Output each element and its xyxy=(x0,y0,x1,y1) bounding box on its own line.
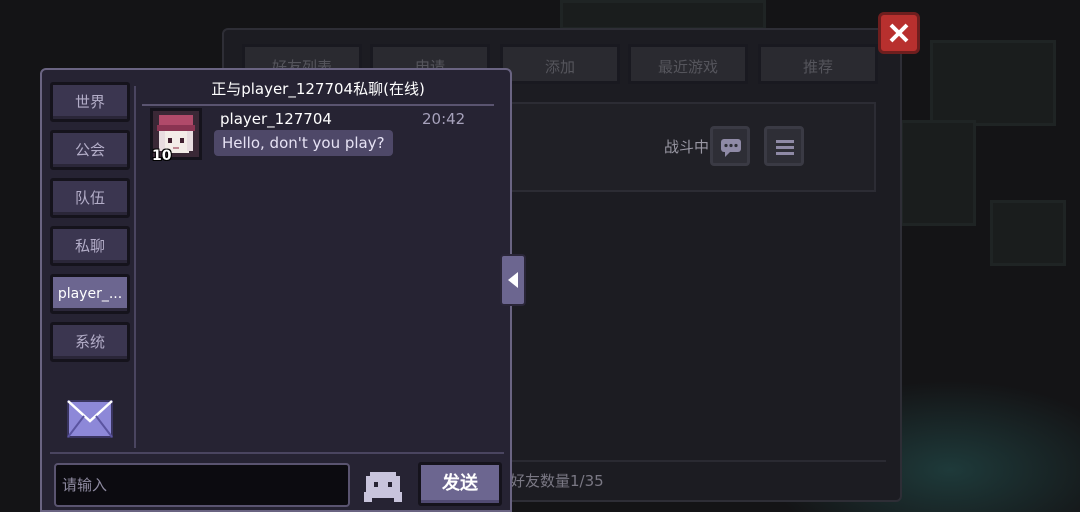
background-wall xyxy=(930,40,1056,126)
friend-status: 战斗中 xyxy=(664,138,710,156)
close-icon xyxy=(889,23,909,43)
friend-chat-button[interactable] xyxy=(710,126,750,166)
channel-divider xyxy=(134,86,136,448)
channel-system[interactable]: 系统 xyxy=(50,322,130,362)
chat-input[interactable] xyxy=(54,463,350,507)
friend-count: 好友数量1/35 xyxy=(510,472,604,490)
emoji-button[interactable] xyxy=(360,468,406,504)
title-divider xyxy=(142,104,494,106)
channel-player-active[interactable]: player_... xyxy=(50,274,130,314)
message-bubble: Hello, don't you play? xyxy=(214,130,393,156)
channel-team[interactable]: 队伍 xyxy=(50,178,130,218)
channel-world[interactable]: 世界 xyxy=(50,82,130,122)
background-wall xyxy=(990,200,1066,266)
friend-row[interactable]: 战斗中 xyxy=(494,102,876,192)
chat-bubble-icon xyxy=(721,139,741,157)
avatar-level: 10 xyxy=(152,148,172,164)
chevron-left-icon xyxy=(508,272,518,288)
menu-icon xyxy=(776,140,794,155)
message-sender: player_127704 xyxy=(220,110,332,128)
tab-add[interactable]: 添加 xyxy=(500,44,620,84)
emoji-icon xyxy=(364,472,402,502)
background-wall xyxy=(900,120,976,226)
tab-recent-games[interactable]: 最近游戏 xyxy=(628,44,748,84)
input-divider xyxy=(50,452,504,454)
mail-button[interactable] xyxy=(67,400,113,442)
channel-private[interactable]: 私聊 xyxy=(50,226,130,266)
send-button[interactable]: 发送 xyxy=(418,462,502,506)
divider xyxy=(504,460,886,462)
chat-title: 正与player_127704私聊(在线) xyxy=(211,80,425,98)
collapse-chat-button[interactable] xyxy=(500,254,526,306)
mail-icon xyxy=(67,400,113,438)
background-wall xyxy=(560,0,766,30)
channel-guild[interactable]: 公会 xyxy=(50,130,130,170)
close-button[interactable] xyxy=(878,12,920,54)
chat-panel: 世界 公会 队伍 私聊 player_... 系统 正与player_12770… xyxy=(40,68,512,512)
friend-menu-button[interactable] xyxy=(764,126,804,166)
message-time: 20:42 xyxy=(422,110,466,128)
tab-recommended[interactable]: 推荐 xyxy=(758,44,878,84)
